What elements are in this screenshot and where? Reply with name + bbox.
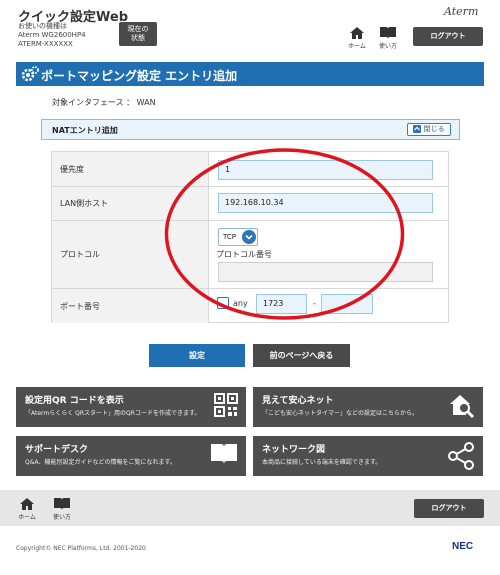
footer-manual-label: 使い方 xyxy=(52,514,71,521)
house-search-icon xyxy=(449,393,475,423)
card-title: サポートデスク xyxy=(25,445,89,455)
device-model: Aterm WG2600HP4 xyxy=(18,31,86,39)
card-title: ネットワーク図 xyxy=(262,445,326,455)
status-button-line2: 状態 xyxy=(131,34,145,42)
protocol-label: プロトコル xyxy=(52,221,209,288)
set-button[interactable]: 設定 xyxy=(149,344,245,367)
lan-host-label: LAN側ホスト xyxy=(52,187,209,220)
protocol-select[interactable]: TCP xyxy=(218,228,258,246)
status-button-line1: 現在の xyxy=(127,25,149,33)
priority-label: 優先度 xyxy=(52,152,209,186)
footer-home-label: ホーム xyxy=(18,514,36,521)
lan-host-input[interactable]: 192.168.10.34 xyxy=(218,193,433,213)
network-map-card[interactable]: ネットワーク図 本商品に接続している端末を確認できます。 xyxy=(253,436,483,476)
port-row: ポート番号 xyxy=(52,289,448,323)
book-icon xyxy=(210,442,238,470)
footer-bar: ホーム 使い方 ログアウト xyxy=(0,490,500,526)
port-label: ポート番号 xyxy=(52,289,209,323)
close-panel-button[interactable]: 閉じる xyxy=(407,123,451,136)
brand-logo: Aterm xyxy=(444,5,479,18)
support-desk-card[interactable]: サポートデスク Q&A、機能別設定ガイドなどの情報をご覧になれます。 xyxy=(16,436,246,476)
qr-code-card[interactable]: 設定用QR コードを表示 「Atermらくらく QRスタート」用のQRコードを作… xyxy=(16,387,246,427)
footer-home-button[interactable]: ホーム xyxy=(14,497,40,521)
nat-entry-header: NATエントリ追加 閉じる xyxy=(41,119,460,140)
card-desc: 「Atermらくらく QRスタート」用のQRコードを作成できます。 xyxy=(25,410,201,417)
copyright: Copyright© NEC Platforms, Ltd. 2001-2020 xyxy=(16,545,146,552)
card-desc: 本商品に接続している端末を確認できます。 xyxy=(262,459,382,466)
port-any-checkbox[interactable] xyxy=(217,297,229,309)
book-icon xyxy=(375,26,401,41)
home-icon xyxy=(344,26,370,41)
footer-manual-button[interactable]: 使い方 xyxy=(49,497,75,521)
priority-input[interactable]: 1 xyxy=(218,160,433,180)
protocol-number-label: プロトコル番号 xyxy=(216,250,272,259)
home-button[interactable]: ホーム xyxy=(344,26,370,50)
footer-logout-button[interactable]: ログアウト xyxy=(414,499,484,518)
qr-code-icon xyxy=(214,393,238,421)
current-status-button[interactable]: 現在の 状態 xyxy=(119,22,157,46)
manual-label: 使い方 xyxy=(378,43,397,50)
page-title-bar: ポートマッピング設定 エントリ追加 xyxy=(16,62,484,86)
protocol-number-input[interactable] xyxy=(218,262,433,282)
device-id: ATERM-XXXXXX xyxy=(18,40,73,48)
chevron-down-icon xyxy=(242,230,256,244)
network-share-icon xyxy=(447,442,475,474)
mieru-anshin-card[interactable]: 見えて安心ネット 「こども安心ネットタイマー」などの設定はこちらから。 xyxy=(253,387,483,427)
card-desc: Q&A、機能別設定ガイドなどの情報をご覧になれます。 xyxy=(25,459,176,466)
gear-icon xyxy=(21,65,39,87)
close-label: 閉じる xyxy=(423,125,445,133)
back-button[interactable]: 前のページへ戻る xyxy=(253,344,350,367)
book-icon xyxy=(49,497,75,512)
protocol-value: TCP xyxy=(223,233,236,241)
device-info: お使いの機種は Aterm WG2600HP4 ATERM-XXXXXX xyxy=(18,22,86,49)
port-separator: - xyxy=(313,299,316,308)
interface-text: 対象インタフェース ： WAN xyxy=(52,98,156,107)
logout-button[interactable]: ログアウト xyxy=(413,27,483,46)
port-from-input[interactable]: 1723 xyxy=(256,294,307,314)
nat-entry-heading: NATエントリ追加 xyxy=(52,126,118,135)
home-label: ホーム xyxy=(348,43,366,50)
device-label: お使いの機種は xyxy=(18,22,67,30)
port-any-label: any xyxy=(233,299,248,308)
nec-logo: NEC xyxy=(452,541,474,552)
page-title: ポートマッピング設定 エントリ追加 xyxy=(41,69,238,83)
chevron-up-icon xyxy=(413,125,422,133)
header: クイック設定Web お使いの機種は Aterm WG2600HP4 ATERM-… xyxy=(0,0,500,55)
home-icon xyxy=(14,497,40,512)
port-to-input[interactable] xyxy=(321,294,373,314)
card-title: 見えて安心ネット xyxy=(262,396,334,406)
manual-button[interactable]: 使い方 xyxy=(375,26,401,50)
card-title: 設定用QR コードを表示 xyxy=(25,396,124,406)
card-desc: 「こども安心ネットタイマー」などの設定はこちらから。 xyxy=(262,410,419,417)
